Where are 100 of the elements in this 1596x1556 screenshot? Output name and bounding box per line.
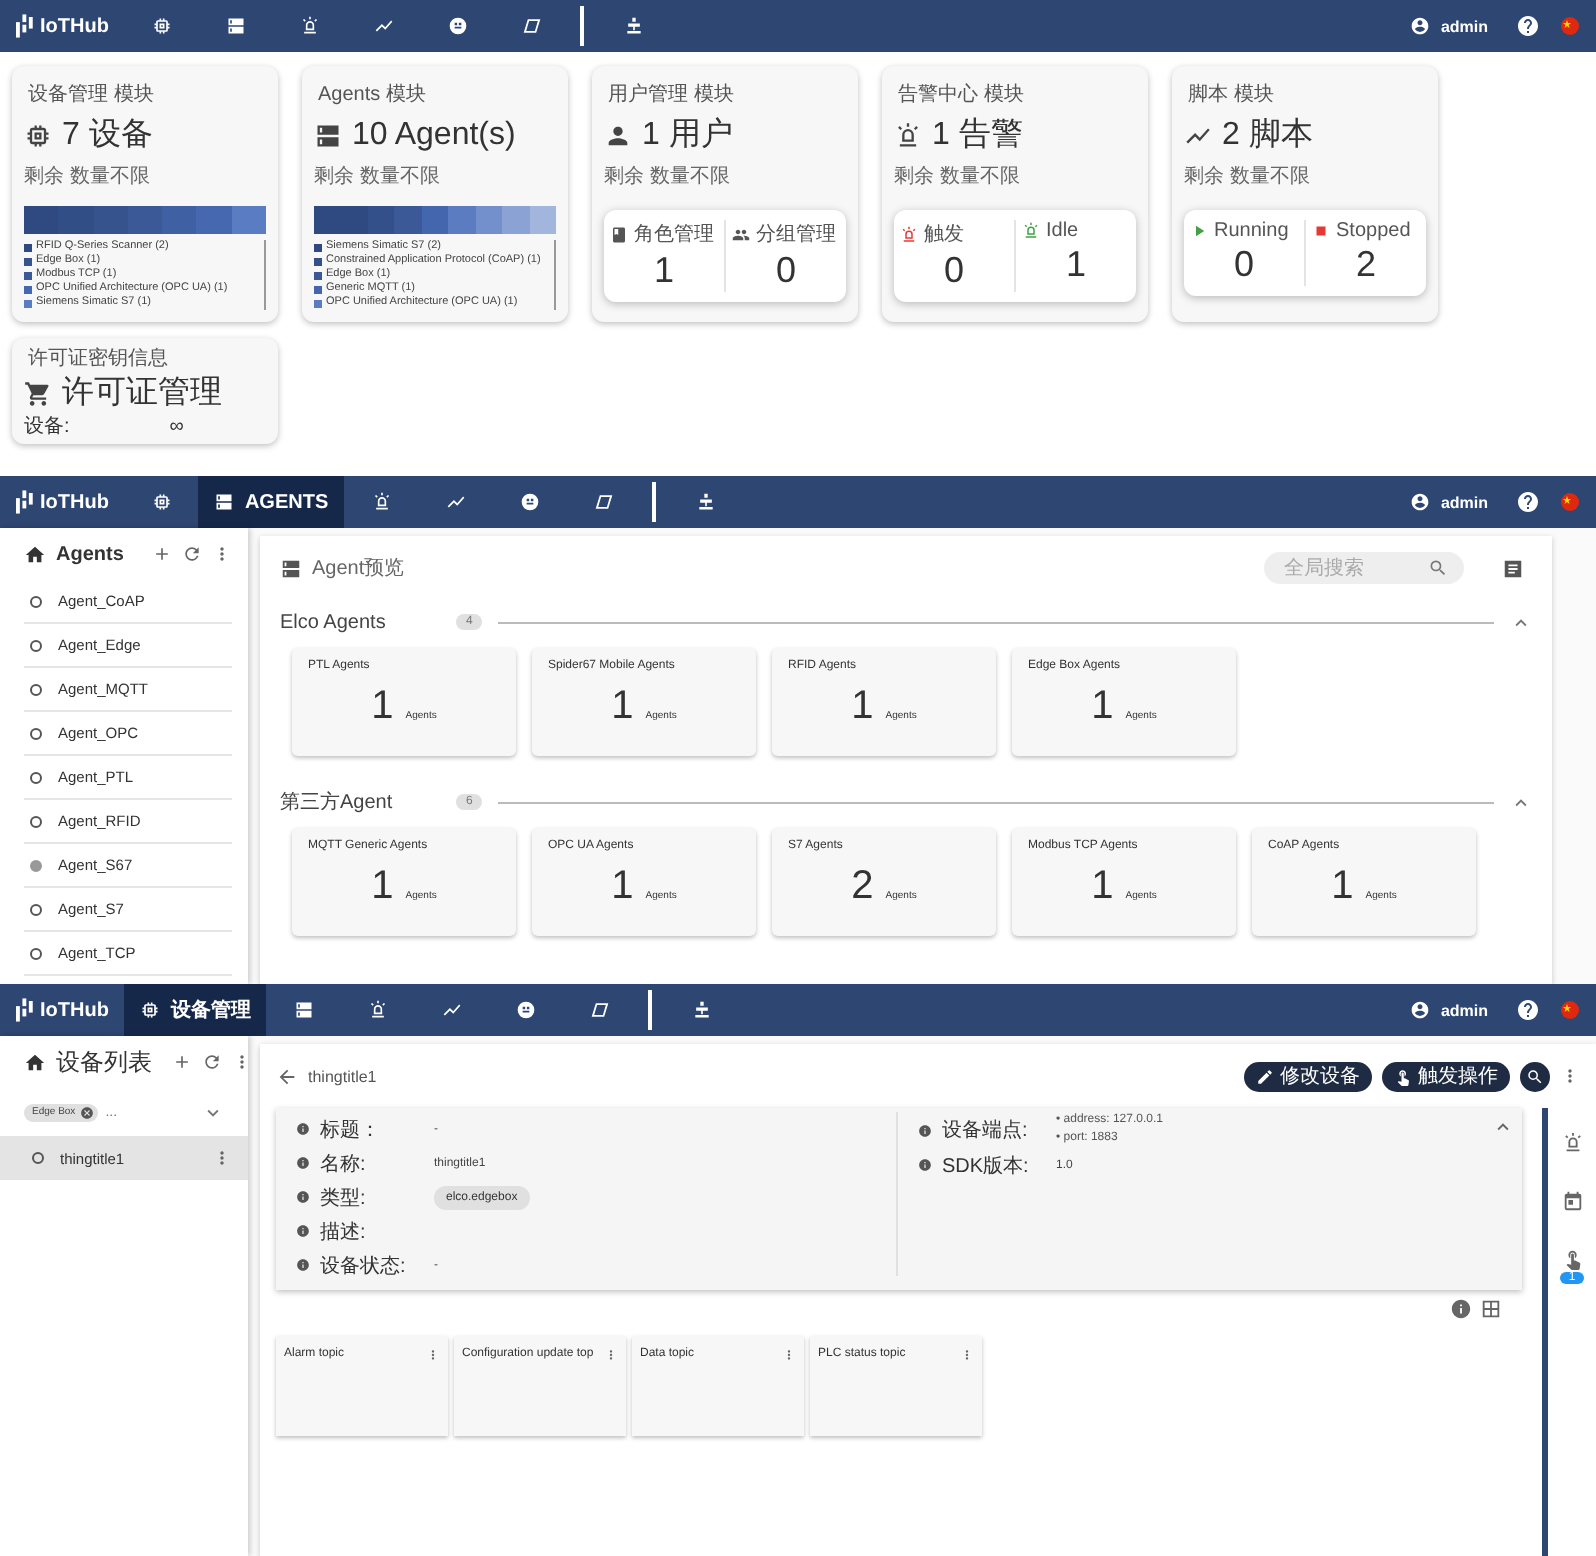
flag-icon[interactable] (1560, 16, 1580, 36)
server-icon (293, 1000, 314, 1020)
account-icon (1410, 492, 1431, 512)
account-icon (1410, 16, 1431, 36)
help-icon[interactable] (1516, 14, 1540, 38)
stat-value: 2 (1353, 242, 1378, 286)
trend-line-icon (445, 492, 466, 512)
action-button[interactable]: 触发操作 (1382, 1061, 1510, 1091)
page-title: Agent预览 (312, 556, 405, 582)
agent-count: 1 (1091, 684, 1114, 730)
brand-name: IoTHub (40, 491, 109, 513)
back-arrow-icon[interactable] (276, 1065, 298, 1087)
refresh-icon[interactable] (202, 1052, 222, 1072)
info-icon (296, 1156, 310, 1170)
siren-icon (894, 122, 922, 150)
pointing-hand-icon (1394, 1067, 1412, 1085)
field-label: 类型: (320, 1185, 368, 1211)
table-icon[interactable] (1480, 1298, 1502, 1320)
help-icon[interactable] (1516, 998, 1540, 1022)
agent-count: 2 (851, 864, 874, 910)
info-icon (918, 1123, 932, 1137)
flag-icon[interactable] (1560, 492, 1580, 512)
tool-icon (695, 492, 716, 512)
calendar-icon[interactable] (1561, 1190, 1583, 1212)
stat-value: 0 (941, 248, 966, 292)
card-title: 用户管理 模块 (606, 82, 736, 108)
plus-icon[interactable] (172, 1052, 192, 1072)
person-icon (604, 122, 632, 150)
field-label: 名称: (320, 1151, 368, 1177)
pointing-hand-icon[interactable] (1561, 1248, 1583, 1270)
card-note: 剩余 数量不限 (894, 164, 1022, 190)
card-title: 告警中心 模块 (896, 82, 1026, 108)
stat-label: Stopped (1336, 220, 1411, 242)
help-icon[interactable] (1516, 490, 1540, 514)
flag-icon[interactable] (1560, 1000, 1580, 1020)
document-icon[interactable] (1502, 557, 1524, 579)
stat-label: Idle (1046, 220, 1079, 242)
play-icon (1190, 222, 1208, 240)
round-face-icon (515, 1000, 536, 1020)
logo-icon (16, 12, 34, 40)
nav-tab[interactable]: AGENTS (198, 476, 345, 528)
field-label: SDK版本: (942, 1153, 1031, 1179)
agent-count: 1 (851, 684, 874, 730)
siren-icon[interactable] (1561, 1132, 1583, 1154)
user-menu[interactable]: admin (1430, 17, 1516, 35)
card-note: 剩余 数量不限 (604, 164, 732, 190)
siren-icon (1022, 222, 1040, 240)
info-icon (918, 1158, 932, 1172)
card-title: 脚本 模块 (1186, 82, 1276, 108)
more-icon[interactable] (960, 1348, 974, 1362)
search-icon (1428, 558, 1448, 578)
chip-icon (24, 122, 52, 150)
server-icon (214, 492, 235, 512)
nav-tab[interactable]: 设备管理 (124, 984, 267, 1036)
card-headline: 1 告警 (932, 116, 1023, 156)
book-icon (610, 225, 628, 243)
chip-icon (140, 1000, 161, 1020)
stat-value: 0 (773, 248, 798, 292)
plus-icon[interactable] (152, 544, 172, 564)
field-label: 设备状态: (320, 1253, 408, 1279)
pencil-icon (1256, 1067, 1274, 1085)
stat-value: 0 (1231, 242, 1256, 286)
brand-name: IoTHub (40, 15, 109, 37)
info-icon[interactable] (1450, 1298, 1472, 1320)
server-icon (225, 16, 246, 36)
parallelogram-icon (593, 492, 614, 512)
stat-label: 触发 (924, 222, 964, 248)
chip-icon (151, 16, 172, 36)
search-field[interactable]: 全局搜索 (1264, 552, 1464, 584)
stat-value: 1 (651, 248, 676, 292)
action-button[interactable]: 修改设备 (1244, 1061, 1372, 1091)
server-icon (314, 122, 342, 150)
logo-icon (16, 996, 34, 1024)
info-icon (296, 1224, 310, 1238)
group-title: Elco Agents (280, 611, 388, 633)
server-icon (280, 557, 302, 579)
device-title: thingtitle1 (308, 1067, 377, 1085)
user-menu[interactable]: admin (1430, 1001, 1516, 1019)
card-headline: 7 设备 (62, 116, 153, 156)
info-icon (296, 1122, 310, 1136)
search-button[interactable] (1520, 1061, 1550, 1091)
card-headline: 10 Agent(s) (352, 116, 516, 156)
sidebar-title: Agents (56, 543, 124, 565)
more-icon[interactable] (426, 1348, 440, 1362)
agent-count: 1 (611, 684, 634, 730)
info-icon (296, 1190, 310, 1204)
logo-icon (16, 488, 34, 516)
parallelogram-icon (589, 1000, 610, 1020)
card-headline: 许可证管理 (62, 374, 222, 412)
field-label: 描述: (320, 1219, 368, 1245)
remove-icon[interactable] (79, 1105, 94, 1119)
more-icon[interactable] (782, 1348, 796, 1362)
card-title: 许可证密钥信息 (26, 346, 170, 372)
user-menu[interactable]: admin (1430, 493, 1516, 511)
agent-count: 1 (371, 864, 394, 910)
more-icon[interactable] (604, 1348, 618, 1362)
siren-icon (371, 492, 392, 512)
people-icon (732, 225, 750, 243)
refresh-icon[interactable] (182, 544, 202, 564)
home-icon (24, 1051, 46, 1073)
